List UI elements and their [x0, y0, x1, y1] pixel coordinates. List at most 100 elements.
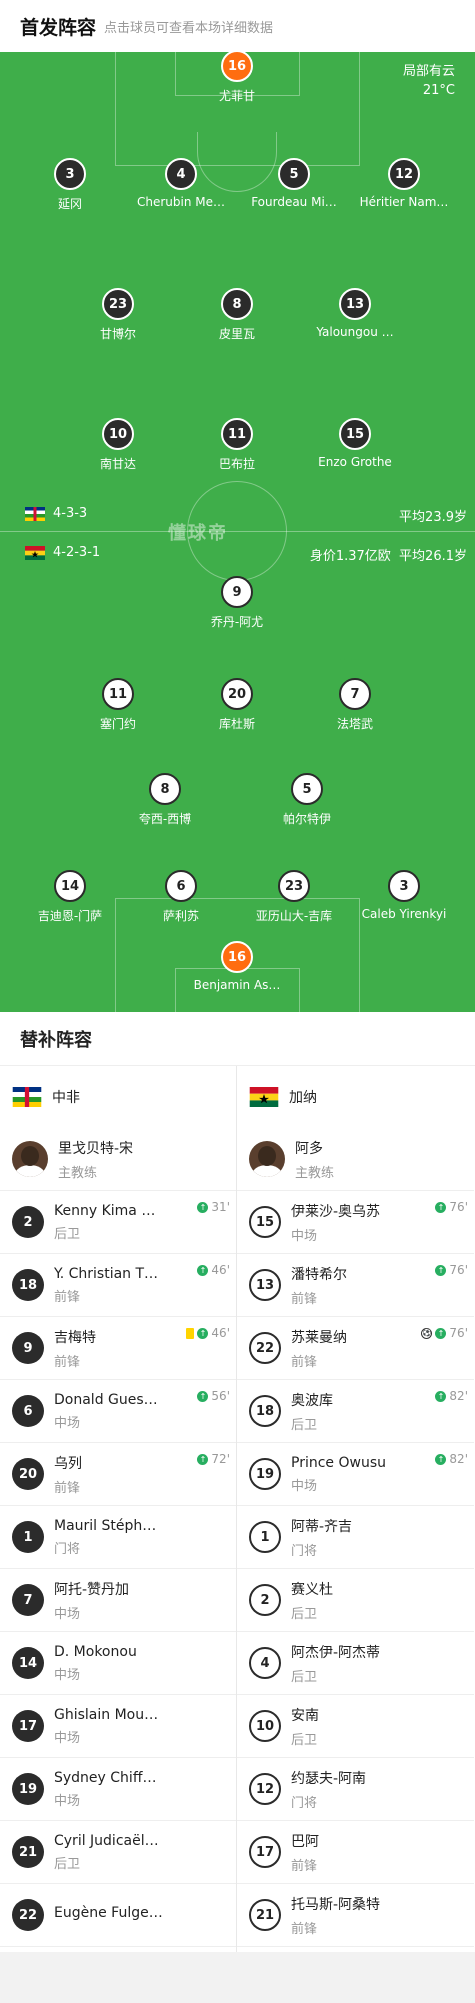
- sub-player-info: 伊莱沙-奥乌苏 中场: [291, 1201, 380, 1244]
- sub-on-icon: ↑: [197, 1264, 209, 1276]
- sub-event: ↑ 82': [435, 1389, 468, 1403]
- away-player[interactable]: 23 亚历山大-吉库: [239, 870, 349, 924]
- sub-player-row[interactable]: 2 赛义杜 后卫: [237, 1569, 474, 1632]
- away-player[interactable]: 7 法塔武: [300, 678, 410, 732]
- player-name: 夸西-西博: [138, 812, 192, 826]
- away-player[interactable]: 16 Benjamin As…: [182, 941, 292, 992]
- sub-player-row[interactable]: 18 奥波库 后卫 ↑ 82': [237, 1380, 474, 1443]
- sub-player-row[interactable]: 20 乌列 前锋 ↑ 72': [0, 1443, 236, 1506]
- coach-name: 阿多: [295, 1140, 323, 1157]
- player-name: 延冈: [57, 197, 82, 211]
- away-player[interactable]: 5 帕尔特伊: [252, 773, 362, 827]
- home-player[interactable]: 4 Cherubin Me…: [126, 158, 236, 209]
- sub-player-info: 奥波库 后卫: [291, 1390, 333, 1433]
- sub-player-name: Cyril Judicaël…: [54, 1832, 159, 1849]
- away-player[interactable]: 8 夸西-西博: [110, 773, 220, 827]
- sub-player-row[interactable]: 22 苏莱曼纳 前锋 ⚽ ↑ 76': [237, 1317, 474, 1380]
- sub-player-row[interactable]: 1 Mauril Stépha… 门将: [0, 1506, 236, 1569]
- sub-player-name: Prince Owusu: [291, 1454, 386, 1471]
- sub-player-row[interactable]: 2 Kenny Kima … 后卫 ↑ 31': [0, 1191, 236, 1254]
- watermark: 懂球帝: [168, 523, 228, 544]
- home-player[interactable]: 10 南甘达: [63, 418, 173, 472]
- away-player[interactable]: 6 萨利苏: [126, 870, 236, 924]
- sub-player-position: 中场: [291, 1478, 318, 1494]
- sub-player-position: 门将: [291, 1543, 318, 1559]
- sub-player-number: 4: [249, 1647, 281, 1679]
- player-name: Héritier Nam…: [359, 195, 449, 209]
- sub-player-row[interactable]: 15 伊莱沙-奥乌苏 中场 ↑ 76': [237, 1191, 474, 1254]
- sub-player-position: 门将: [291, 1795, 318, 1811]
- home-coach[interactable]: 里戈贝特-宋 主教练: [0, 1128, 236, 1191]
- sub-on-icon: ↑: [435, 1453, 447, 1465]
- sub-player-name: Eugène Fulge…: [54, 1905, 163, 1921]
- home-subs-column: 中非 里戈贝特-宋 主教练 2 Kenny Kima … 后卫 ↑ 31' 18 Y. Ch…: [0, 1066, 237, 1952]
- sub-player-row[interactable]: 12 约瑟夫-阿南 门将: [237, 1758, 474, 1821]
- away-value: 身价1.37亿欧: [309, 549, 391, 564]
- player-number: 20: [221, 678, 253, 710]
- sub-player-row[interactable]: 18 Y. Christian T… 前锋 ↑ 46': [0, 1254, 236, 1317]
- player-number: 12: [388, 158, 420, 190]
- sub-player-name: 潘特希尔: [291, 1266, 347, 1283]
- away-player[interactable]: 20 库杜斯: [182, 678, 292, 732]
- away-player[interactable]: 11 塞门约: [63, 678, 173, 732]
- away-player[interactable]: 9 乔丹-阿尤: [182, 576, 292, 630]
- sub-player-row[interactable]: 19 Sydney Chiff… 中场: [0, 1758, 236, 1821]
- player-number: 11: [102, 678, 134, 710]
- sub-player-number: 1: [12, 1521, 44, 1553]
- home-player[interactable]: 11 巴布拉: [182, 418, 292, 472]
- sub-player-row[interactable]: 9 吉梅特 前锋 ↑ 46': [0, 1317, 236, 1380]
- coach-avatar: [249, 1141, 285, 1177]
- sub-on-minute: 76': [449, 1263, 468, 1277]
- home-player[interactable]: 3 延冈: [15, 158, 125, 212]
- weather: 局部有云 21°C: [403, 62, 455, 100]
- sub-player-row[interactable]: 14 D. Mokonou 中场: [0, 1632, 236, 1695]
- sub-on-minute: 82': [449, 1452, 468, 1466]
- sub-player-name: 巴阿: [291, 1833, 319, 1850]
- player-name: Benjamin As…: [193, 978, 281, 992]
- sub-player-row[interactable]: 17 巴阿 前锋: [237, 1821, 474, 1884]
- sub-player-row[interactable]: 13 潘特希尔 前锋 ↑ 76': [237, 1254, 474, 1317]
- sub-player-row[interactable]: 21 Cyril Judicaël… 后卫: [0, 1821, 236, 1884]
- sub-player-info: Cyril Judicaël… 后卫: [54, 1833, 159, 1872]
- away-coach[interactable]: 阿多 主教练: [237, 1128, 474, 1191]
- sub-player-info: 吉梅特 前锋: [54, 1327, 96, 1370]
- sub-player-number: 14: [12, 1647, 44, 1679]
- sub-player-number: 17: [12, 1710, 44, 1742]
- away-player[interactable]: 3 Caleb Yirenkyi: [349, 870, 459, 921]
- sub-player-row[interactable]: 1 阿蒂-齐吉 门将: [237, 1506, 474, 1569]
- player-number: 3: [388, 870, 420, 902]
- sub-on-minute: 76': [449, 1326, 468, 1340]
- sub-player-info: Donald Guesset 中场: [54, 1392, 164, 1431]
- sub-player-row[interactable]: 21 托马斯-阿桑特 前锋: [237, 1884, 474, 1947]
- home-player[interactable]: 23 甘博尔: [63, 288, 173, 342]
- ghana-flag-icon: [25, 545, 45, 560]
- home-player[interactable]: 5 Fourdeau Mi…: [239, 158, 349, 209]
- away-player[interactable]: 14 吉迪恩-门萨: [15, 870, 125, 924]
- sub-event: ↑ 72': [197, 1452, 230, 1466]
- home-player[interactable]: 13 Yaloungou …: [300, 288, 410, 339]
- sub-player-row[interactable]: 17 Ghislain Mou… 中场: [0, 1695, 236, 1758]
- home-player[interactable]: 8 皮里瓦: [182, 288, 292, 342]
- sub-player-row[interactable]: 10 安南 后卫: [237, 1695, 474, 1758]
- home-player[interactable]: 15 Enzo Grothe: [300, 418, 410, 469]
- sub-player-name: 苏莱曼纳: [291, 1329, 347, 1346]
- sub-player-row[interactable]: 4 阿杰伊-阿杰蒂 后卫: [237, 1632, 474, 1695]
- sub-player-row[interactable]: 22 Eugène Fulge…: [0, 1884, 236, 1947]
- player-number: 5: [291, 773, 323, 805]
- player-name: 尤菲甘: [218, 89, 255, 103]
- sub-on-icon: ↑: [197, 1201, 209, 1213]
- sub-player-info: 安南 后卫: [291, 1705, 319, 1748]
- home-player[interactable]: 12 Héritier Nam…: [349, 158, 459, 209]
- sub-player-number: 20: [12, 1458, 44, 1490]
- sub-player-row[interactable]: 7 阿托-赞丹加 中场: [0, 1569, 236, 1632]
- sub-player-number: 15: [249, 1206, 281, 1238]
- weather-temp: 21°C: [422, 83, 455, 98]
- coach-avatar: [12, 1141, 48, 1177]
- sub-player-row[interactable]: 6 Donald Guesset 中场 ↑ 56': [0, 1380, 236, 1443]
- sub-player-row[interactable]: 19 Prince Owusu 中场 ↑ 82': [237, 1443, 474, 1506]
- player-name: Fourdeau Mi…: [251, 195, 337, 209]
- home-player[interactable]: 16 尤菲甘: [182, 52, 292, 104]
- sub-player-position: 前锋: [54, 1289, 81, 1305]
- sub-player-info: 苏莱曼纳 前锋: [291, 1327, 347, 1370]
- sub-player-position: 中场: [54, 1415, 81, 1431]
